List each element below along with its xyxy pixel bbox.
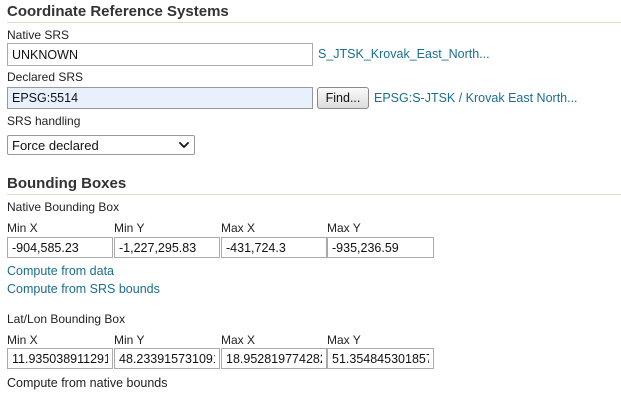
native-srs-link[interactable]: S_JTSK_Krovak_East_North... [318, 47, 490, 61]
latlon-bbox-header-min-y: Min Y [114, 333, 145, 347]
bounding-boxes-section-divider [7, 194, 621, 195]
native-bbox-header-min-y: Min Y [114, 221, 145, 235]
bounding-boxes-section-title: Bounding Boxes [7, 175, 127, 192]
crs-section-divider [7, 22, 621, 23]
chevron-down-icon [179, 142, 189, 148]
native-srs-input[interactable] [7, 43, 313, 66]
native-bbox-header-max-x: Max X [221, 221, 256, 235]
native-bbox-header-min-x: Min X [7, 221, 38, 235]
native-bbox-label: Native Bounding Box [7, 200, 120, 214]
declared-srs-link[interactable]: EPSG:S-JTSK / Krovak East North... [374, 91, 578, 105]
srs-handling-selected-value: Force declared [12, 137, 99, 153]
native-bbox-min-x-input[interactable] [7, 237, 113, 258]
native-bbox-min-y-input[interactable] [114, 237, 220, 258]
latlon-bbox-max-x-input[interactable] [221, 348, 327, 369]
find-srs-button[interactable]: Find... [317, 87, 369, 109]
latlon-bbox-label: Lat/Lon Bounding Box [7, 312, 126, 326]
srs-handling-select[interactable]: Force declared [7, 135, 195, 155]
latlon-bbox-max-y-input[interactable] [327, 348, 434, 369]
srs-handling-label: SRS handling [7, 114, 81, 128]
compute-from-native-bounds-text: Compute from native bounds [7, 376, 168, 390]
latlon-bbox-min-x-input[interactable] [7, 348, 113, 369]
declared-srs-label: Declared SRS [7, 70, 84, 84]
compute-from-data-link[interactable]: Compute from data [7, 264, 114, 278]
native-bbox-header-max-y: Max Y [327, 221, 361, 235]
latlon-bbox-header-max-y: Max Y [327, 333, 361, 347]
latlon-bbox-header-min-x: Min X [7, 333, 38, 347]
native-srs-label: Native SRS [7, 28, 70, 42]
latlon-bbox-header-max-x: Max X [221, 333, 256, 347]
declared-srs-input[interactable] [7, 87, 313, 109]
compute-from-srs-bounds-link[interactable]: Compute from SRS bounds [7, 282, 160, 296]
latlon-bbox-min-y-input[interactable] [114, 348, 220, 369]
native-bbox-max-y-input[interactable] [327, 237, 434, 258]
crs-section-title: Coordinate Reference Systems [7, 3, 229, 20]
native-bbox-max-x-input[interactable] [221, 237, 327, 258]
